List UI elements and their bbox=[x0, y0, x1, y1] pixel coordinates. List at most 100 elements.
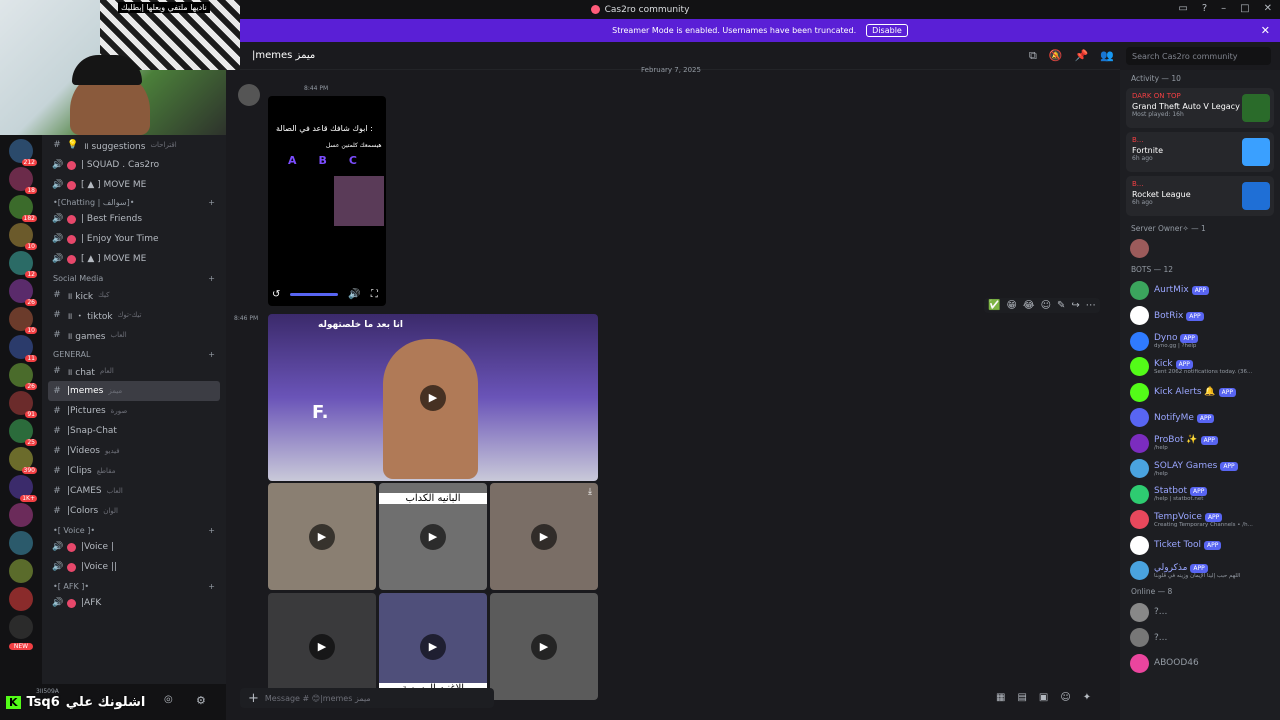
server-icon[interactable]: 25 bbox=[9, 419, 37, 446]
maximize-icon[interactable]: □ bbox=[1240, 3, 1249, 14]
member-item[interactable]: مذكرولي APP اللهم حبب إلينا الإيمان وزينه … bbox=[1120, 558, 1280, 584]
gift-icon[interactable]: ▦ bbox=[996, 692, 1005, 703]
member-item[interactable]: AurtMix APP bbox=[1120, 278, 1280, 304]
channel-item[interactable]: # ॥ chat العام bbox=[42, 361, 226, 381]
channel-category[interactable]: •[ AFK ]• + bbox=[42, 579, 226, 593]
member-item[interactable]: ProBot ✨ APP/help bbox=[1120, 431, 1280, 457]
server-icon[interactable]: 10 bbox=[9, 307, 37, 334]
member-item[interactable]: Kick APP Sent 2062 notifications today. (3… bbox=[1120, 354, 1280, 380]
play-icon[interactable]: ▶ bbox=[420, 523, 446, 550]
help-icon[interactable]: ? bbox=[1202, 3, 1207, 14]
sticker-icon[interactable]: ▣ bbox=[1039, 692, 1048, 703]
video-thumbnail[interactable]: ▶ bbox=[490, 593, 598, 700]
channel-item[interactable]: # |CAMES العاب bbox=[42, 481, 226, 501]
video-thumbnail[interactable]: ▶ bbox=[268, 593, 376, 700]
member-item[interactable]: Ticket Tool APP bbox=[1120, 533, 1280, 559]
server-icon[interactable] bbox=[9, 615, 33, 639]
channel-item[interactable]: # ॥ ・ tiktok تيك-توك bbox=[42, 305, 226, 325]
search-input[interactable]: Search Cas2ro community bbox=[1126, 47, 1271, 65]
member-item[interactable] bbox=[1120, 236, 1280, 262]
add-attachment-icon[interactable]: + bbox=[248, 691, 259, 706]
channel-item[interactable]: 🔊 |Voice || bbox=[42, 557, 226, 577]
settings-gear-icon[interactable]: ⚙ bbox=[196, 694, 206, 707]
mute-icon[interactable]: 🔕 bbox=[1049, 49, 1063, 63]
video-thumbnail[interactable]: ⤓ ▶ bbox=[490, 483, 598, 590]
add-reaction-icon[interactable]: ☺ bbox=[1041, 300, 1051, 311]
inbox-icon[interactable]: ▭ bbox=[1178, 3, 1187, 14]
banner-close-icon[interactable]: ✕ bbox=[1261, 24, 1270, 37]
message-input[interactable]: + Message # 😊|memes ميمز bbox=[240, 688, 494, 708]
volume-icon[interactable]: 🔊 bbox=[348, 289, 360, 300]
add-channel-icon[interactable]: + bbox=[208, 350, 215, 359]
member-item[interactable]: Kick Alerts 🔔 APP bbox=[1120, 380, 1280, 406]
activity-card[interactable]: DARK ON TOP Grand Theft Auto V Legacy Most… bbox=[1126, 88, 1274, 128]
channel-category[interactable]: •[ Voice ]• + bbox=[42, 523, 226, 537]
reaction-emoji-icon[interactable]: 😁 bbox=[1006, 300, 1016, 311]
gif-icon[interactable]: ▤ bbox=[1017, 692, 1026, 703]
more-icon[interactable]: ⋯ bbox=[1086, 300, 1096, 311]
emoji-icon[interactable]: ☺ bbox=[1060, 692, 1070, 703]
add-channel-icon[interactable]: + bbox=[208, 582, 215, 591]
video-attachment[interactable]: انا بعد ما خلصتهوله F. ▶ bbox=[268, 314, 598, 481]
fullscreen-icon[interactable]: ⛶ bbox=[371, 289, 378, 300]
server-icon[interactable] bbox=[9, 559, 33, 583]
forward-icon[interactable]: ↪ bbox=[1071, 300, 1079, 311]
channel-item[interactable]: 🔊 | Best Friends bbox=[42, 209, 226, 229]
channel-item[interactable]: 🔊 [ ▲ ] MOVE ME bbox=[42, 175, 226, 195]
member-item[interactable]: ?... bbox=[1120, 625, 1280, 651]
add-channel-icon[interactable]: + bbox=[208, 526, 215, 535]
member-item[interactable]: BotRix APP bbox=[1120, 303, 1280, 329]
play-icon[interactable]: ▶ bbox=[420, 633, 446, 660]
channel-item[interactable]: 🔊 | Enjoy Your Time bbox=[42, 229, 226, 249]
server-icon[interactable]: 12 bbox=[9, 251, 37, 278]
reaction-laugh-icon[interactable]: 😂 bbox=[1023, 300, 1035, 311]
play-icon[interactable]: ▶ bbox=[309, 633, 335, 660]
close-icon[interactable]: ✕ bbox=[1264, 3, 1272, 14]
video-thumbnail[interactable]: البانيه الكداب ▶ bbox=[379, 483, 487, 590]
member-item[interactable]: ?... bbox=[1120, 600, 1280, 626]
play-icon[interactable]: ▶ bbox=[309, 523, 335, 550]
volume-slider[interactable] bbox=[290, 293, 339, 296]
play-icon[interactable]: ▶ bbox=[531, 523, 557, 550]
server-icon[interactable] bbox=[9, 531, 33, 555]
edit-icon[interactable]: ✎ bbox=[1057, 300, 1065, 311]
disable-button[interactable]: Disable bbox=[866, 24, 908, 37]
server-icon[interactable]: 26 bbox=[9, 279, 37, 306]
member-item[interactable]: TempVoice APP Creating Temporary Channels … bbox=[1120, 507, 1280, 533]
server-icon[interactable]: 11 bbox=[9, 335, 37, 362]
channel-category[interactable]: GENERAL + bbox=[42, 347, 226, 361]
activity-card[interactable]: B... Fortnite 6h ago bbox=[1126, 132, 1274, 172]
reaction-check-icon[interactable]: ✅ bbox=[988, 300, 1000, 311]
member-item[interactable]: ABOOD46 bbox=[1120, 651, 1280, 677]
replay-icon[interactable]: ↺ bbox=[272, 289, 280, 300]
activity-header[interactable]: Activity — 10 bbox=[1120, 70, 1280, 86]
play-icon[interactable]: ▶ bbox=[420, 384, 446, 411]
member-item[interactable]: NotifyMe APP bbox=[1120, 405, 1280, 431]
server-icon[interactable]: 10 bbox=[9, 223, 37, 250]
channel-item[interactable]: 🔊 |Voice | bbox=[42, 537, 226, 557]
channel-item[interactable]: # |memes ميمز bbox=[48, 381, 220, 401]
channel-item[interactable]: # |Colors الوان bbox=[42, 501, 226, 521]
server-icon[interactable]: 91 bbox=[9, 391, 37, 418]
channel-item[interactable]: # |Snap-Chat bbox=[42, 421, 226, 441]
member-item[interactable]: Dyno APP dyno.gg | ?help bbox=[1120, 329, 1280, 355]
channel-item[interactable]: # |Pictures صورة bbox=[42, 401, 226, 421]
server-icon[interactable]: 182 bbox=[9, 195, 37, 222]
server-icon[interactable]: 390 bbox=[9, 447, 37, 474]
add-channel-icon[interactable]: + bbox=[208, 274, 215, 283]
video-thumbnail[interactable]: الاغنيه الرسمية▶ bbox=[379, 593, 487, 700]
headset-icon[interactable]: ◎ bbox=[164, 694, 173, 705]
member-list-icon[interactable]: 👥 bbox=[1100, 49, 1114, 63]
channel-item[interactable]: # |Clips مقاطع bbox=[42, 461, 226, 481]
channel-item[interactable]: 🔊 |AFK bbox=[42, 593, 226, 613]
video-attachment[interactable]: ابوك شافك قاعد في الصالة : هيسمعك كلمتين… bbox=[268, 96, 386, 306]
channel-item[interactable]: # 💡 ॥ suggestions اقتراحات bbox=[42, 135, 226, 155]
avatar[interactable] bbox=[238, 84, 260, 106]
apps-icon[interactable]: ✦ bbox=[1083, 692, 1091, 703]
server-icon[interactable]: 212 bbox=[9, 139, 37, 166]
channel-item[interactable]: 🔊 [ ▲ ] MOVE ME bbox=[42, 249, 226, 269]
download-icon[interactable]: ⤓ bbox=[588, 487, 592, 497]
server-icon[interactable]: 26 bbox=[9, 363, 37, 390]
member-item[interactable]: Statbot APP/help | statbot.net bbox=[1120, 482, 1280, 508]
server-icon[interactable]: 18 bbox=[9, 167, 37, 194]
